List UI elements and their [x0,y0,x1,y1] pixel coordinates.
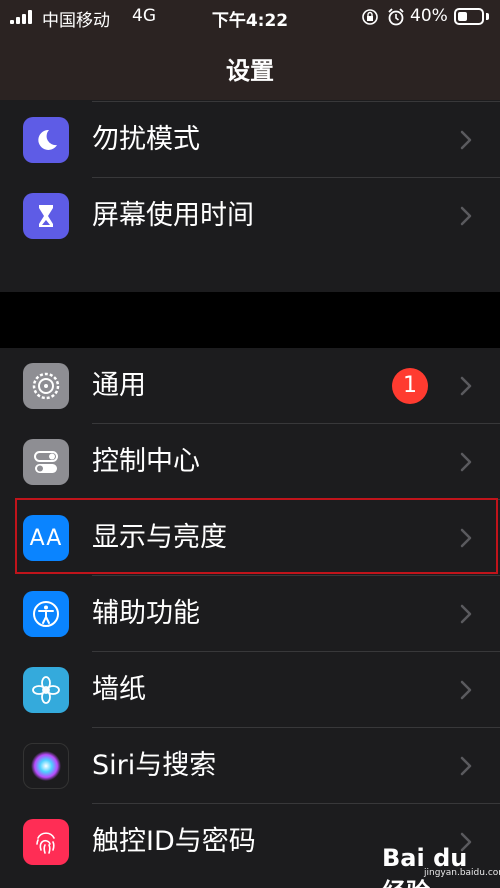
status-bar: 中国移动 4G 下午4:22 40% [0,0,500,36]
chevron-right-icon [460,680,472,700]
battery-icon [454,8,484,25]
settings-row-wallpaper[interactable]: 墙纸 [0,652,500,728]
chevron-right-icon [460,604,472,624]
settings-row-control-center[interactable]: 控制中心 [0,424,500,500]
gear-icon [23,363,69,409]
chevron-right-icon [460,130,472,150]
settings-row-display-brightness[interactable]: AA 显示与亮度 [0,500,500,576]
settings-row-do-not-disturb[interactable]: 勿扰模式 [0,102,500,178]
chevron-right-icon [460,528,472,548]
settings-row-siri-search[interactable]: Siri与搜索 [0,728,500,804]
section-gap [0,292,500,348]
fingerprint-icon [23,819,69,865]
watermark-url: jingyan.baidu.com [424,868,500,878]
siri-icon [23,743,69,789]
settings-row-screen-time[interactable]: 屏幕使用时间 [0,178,500,254]
settings-row-label: 触控ID与密码 [92,826,256,857]
aa-text-icon: AA [23,515,69,561]
page-title: 设置 [226,56,274,85]
settings-row-label: 勿扰模式 [92,124,200,155]
battery-tip [486,13,489,20]
hourglass-icon [23,193,69,239]
baidu-watermark-logo: Bai du 经验 jingyan.baidu.com [382,840,500,888]
settings-row-label: Siri与搜索 [92,750,217,781]
settings-row-label: 通用 [92,370,146,401]
flower-icon [23,667,69,713]
battery-percent: 40% [410,6,448,26]
orientation-lock-icon [362,9,378,25]
toggle-switches-icon [23,439,69,485]
notification-badge: 1 [392,368,428,404]
alarm-clock-icon [388,8,404,26]
moon-icon [23,117,69,163]
settings-row-label: 控制中心 [92,446,200,477]
chevron-right-icon [460,452,472,472]
chevron-right-icon [460,756,472,776]
settings-row-label: 墙纸 [92,674,146,705]
watermark-logo-text: Bai du 经验 [382,844,468,888]
navigation-bar: 设置 [0,36,500,100]
settings-screen: 声音 勿扰模式 屏幕使用时间 通用 1 [0,0,500,888]
settings-row-accessibility[interactable]: 辅助功能 [0,576,500,652]
settings-group-general: 通用 1 控制中心 AA 显示与亮度 辅助功能 墙纸 Siri与搜索 触控ID与… [0,348,500,888]
settings-row-label: 显示与亮度 [92,522,227,553]
settings-row-label: 辅助功能 [92,598,200,629]
chevron-right-icon [460,206,472,226]
settings-row-label: 屏幕使用时间 [92,200,254,231]
chevron-right-icon [460,376,472,396]
accessibility-icon [23,591,69,637]
settings-row-general[interactable]: 通用 1 [0,348,500,424]
